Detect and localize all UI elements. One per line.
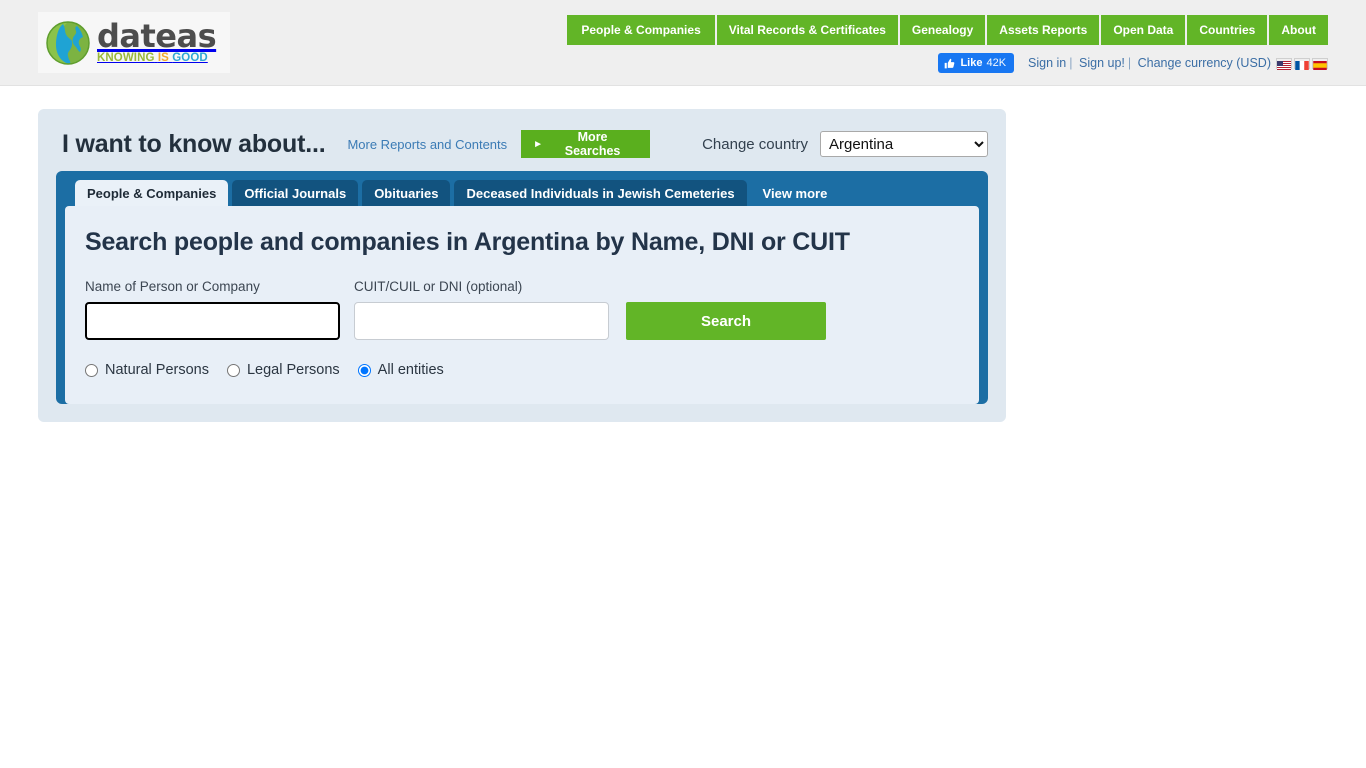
play-caret-icon: ► (533, 138, 544, 150)
tab-obituaries[interactable]: Obituaries (362, 180, 451, 206)
logo-tagline-knowing: KNOWING (97, 52, 155, 65)
panel-header: I want to know about... More Reports and… (56, 123, 988, 165)
nav-item-countries[interactable]: Countries (1187, 15, 1268, 45)
tab-list: People & Companies Official Journals Obi… (65, 180, 979, 206)
more-searches-button[interactable]: ► More Searches (521, 130, 651, 158)
more-reports-link[interactable]: More Reports and Contents (347, 137, 507, 152)
utility-separator-2: | (1127, 56, 1132, 70)
main-navigation: People & Companies Vital Records & Certi… (567, 15, 1328, 45)
name-field-label: Name of Person or Company (85, 279, 260, 294)
cuit-dni-input[interactable] (354, 302, 609, 340)
page-title: I want to know about... (62, 129, 326, 158)
name-input[interactable] (85, 302, 340, 340)
nav-item-vital-records[interactable]: Vital Records & Certificates (716, 15, 898, 45)
more-searches-label: More Searches (564, 130, 621, 158)
logo-wordmark: dateas (97, 17, 217, 56)
change-country-label: Change country (702, 135, 808, 153)
facebook-like-count: 42K (986, 57, 1007, 69)
search-button[interactable]: Search (626, 302, 826, 340)
radio-natural-persons-input[interactable] (85, 363, 98, 377)
logo-tagline-good: GOOD (172, 52, 208, 65)
nav-item-open-data[interactable]: Open Data (1101, 15, 1186, 45)
search-heading: Search people and companies in Argentina… (85, 228, 850, 256)
tab-jewish-cemeteries[interactable]: Deceased Individuals in Jewish Cemeterie… (454, 180, 747, 206)
radio-legal-persons[interactable]: Legal Persons (226, 362, 340, 378)
nav-item-genealogy[interactable]: Genealogy (899, 15, 986, 45)
id-field-group: CUIT/CUIL or DNI (optional) (354, 279, 609, 340)
search-panel: I want to know about... More Reports and… (38, 109, 1006, 422)
site-header: dateas KNOWING IS GOOD People & Companie… (0, 0, 1366, 86)
entity-type-radio-group: Natural Persons Legal Persons All entiti… (85, 362, 959, 378)
country-selector: Change country Argentina (702, 131, 988, 157)
tab-panel-people-companies: Search people and companies in Argentina… (65, 206, 979, 404)
tab-container: People & Companies Official Journals Obi… (56, 171, 988, 404)
nav-item-about[interactable]: About (1269, 15, 1328, 45)
utility-links: Sign in | Sign up! | Change currency (USD) (1028, 56, 1271, 70)
radio-natural-persons-label: Natural Persons (105, 362, 209, 378)
nav-item-people-companies[interactable]: People & Companies (567, 15, 715, 45)
tab-view-more[interactable]: View more (750, 180, 840, 206)
change-currency-link[interactable]: Change currency (USD) (1138, 56, 1271, 70)
sign-up-link[interactable]: Sign up! (1079, 56, 1125, 70)
radio-all-entities-label: All entities (377, 362, 444, 378)
tab-people-companies[interactable]: People & Companies (75, 180, 229, 206)
name-field-group: Name of Person or Company (85, 279, 340, 340)
radio-natural-persons[interactable]: Natural Persons (85, 362, 209, 378)
facebook-like-button[interactable]: Like 42K (938, 53, 1015, 73)
tab-official-journals[interactable]: Official Journals (232, 180, 359, 206)
radio-all-entities[interactable]: All entities (357, 362, 444, 378)
search-form: Name of Person or Company CUIT/CUIL or D… (85, 279, 959, 340)
language-flags (1276, 57, 1328, 70)
facebook-like-label: Like (960, 57, 983, 69)
flag-fr-icon[interactable] (1294, 57, 1310, 70)
country-select[interactable]: Argentina (820, 131, 988, 157)
utility-separator-1: | (1069, 56, 1073, 70)
id-field-label: CUIT/CUIL or DNI (optional) (354, 279, 523, 294)
radio-legal-persons-input[interactable] (226, 363, 240, 377)
nav-item-assets-reports[interactable]: Assets Reports (987, 15, 1100, 45)
flag-es-icon[interactable] (1312, 57, 1328, 70)
logo-tagline: KNOWING IS GOOD (97, 53, 216, 65)
utility-bar: Like 42K Sign in | Sign up! | Change curre… (938, 53, 1328, 73)
radio-legal-persons-label: Legal Persons (246, 362, 340, 378)
globe-icon (44, 19, 92, 67)
thumbs-up-icon (944, 58, 955, 69)
flag-us-icon[interactable] (1276, 57, 1292, 70)
logo-tagline-is: IS (157, 52, 169, 65)
site-logo[interactable]: dateas KNOWING IS GOOD (38, 12, 230, 73)
radio-all-entities-input[interactable] (357, 363, 371, 377)
sign-in-link[interactable]: Sign in (1028, 56, 1066, 70)
